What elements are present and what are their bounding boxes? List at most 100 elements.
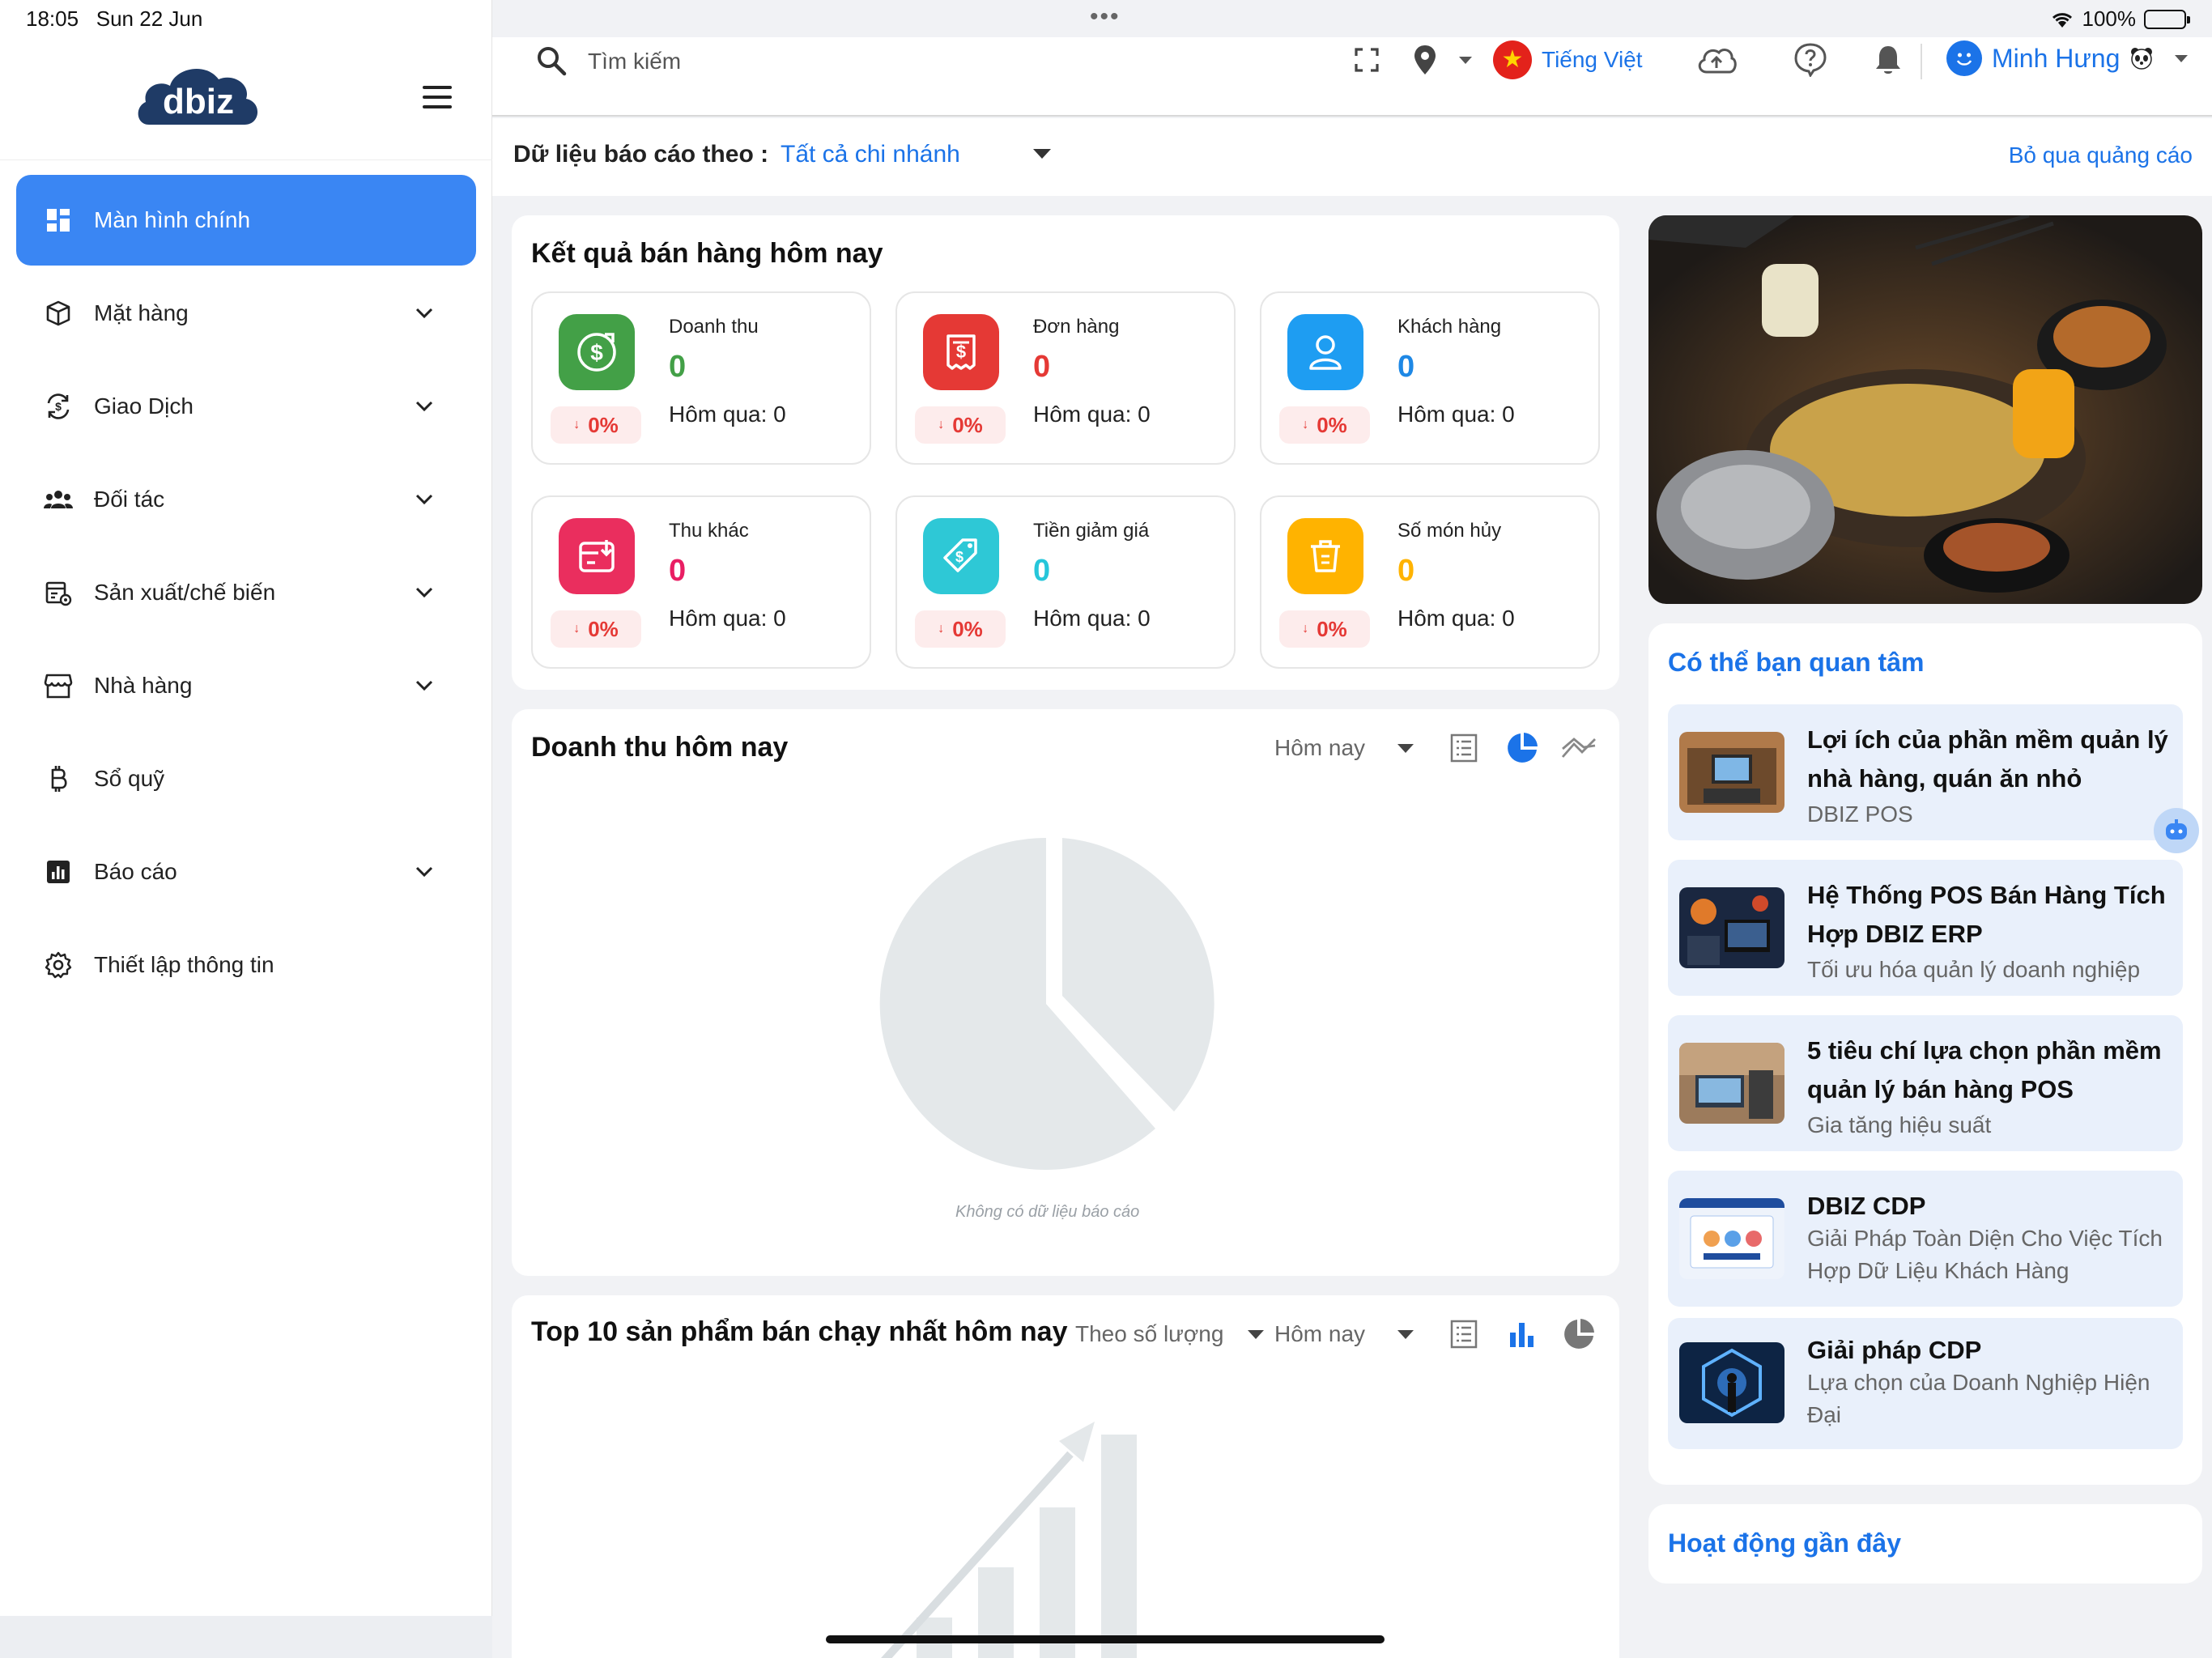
notification-bell-icon[interactable] <box>1869 40 1908 79</box>
stat-cancelled-items[interactable]: Số món hủy 0 Hôm qua: 0 ↓ 0% <box>1260 495 1600 669</box>
list-item[interactable]: DBIZ CDP Giải Pháp Toàn Diện Cho Việc Tí… <box>1668 1171 2183 1307</box>
multitask-dots[interactable]: ••• <box>1090 3 1121 31</box>
stat-orders[interactable]: $ Đơn hàng 0 Hôm qua: 0 ↓ 0% <box>895 291 1236 465</box>
list-item[interactable]: Lợi ích của phần mềm quản lý nhà hàng, q… <box>1668 704 2183 840</box>
arrow-down-icon: ↓ <box>1302 622 1309 636</box>
report-filter-bar: Dữ liệu báo cáo theo : Tất cả chi nhánh … <box>492 118 2212 196</box>
pie-chart-icon[interactable] <box>1504 730 1540 766</box>
home-indicator[interactable] <box>826 1635 1385 1643</box>
line-chart-icon[interactable] <box>1561 730 1597 766</box>
sidebar-item-products[interactable]: Mặt hàng <box>16 268 476 359</box>
pie-chart-icon[interactable] <box>1561 1316 1597 1352</box>
sidebar-item-label: Màn hình chính <box>94 207 251 232</box>
bitcoin-icon <box>42 763 74 795</box>
stat-yesterday: Hôm qua: 0 <box>1033 402 1151 427</box>
location-pin-icon[interactable] <box>1406 40 1444 79</box>
stat-yesterday: Hôm qua: 0 <box>1397 402 1515 427</box>
sidebar-item-reports[interactable]: Báo cáo <box>16 827 476 917</box>
stat-value: 0 <box>1397 554 1415 588</box>
table-view-icon[interactable] <box>1446 730 1482 766</box>
list-item[interactable]: 5 tiêu chí lựa chọn phần mềm quản lý bán… <box>1668 1015 2183 1151</box>
panel-title: Có thể bạn quan tâm <box>1668 648 1925 677</box>
transaction-icon: $ <box>42 390 74 423</box>
sidebar-item-label: Giao Dịch <box>94 393 194 419</box>
article-title: Giải pháp CDP <box>1807 1336 1982 1364</box>
dbiz-logo[interactable]: dbiz <box>134 62 262 130</box>
stat-yesterday: Hôm qua: 0 <box>1033 606 1151 631</box>
empty-bar-illustration <box>881 1422 1137 1658</box>
svg-text:$: $ <box>55 400 62 413</box>
period-label: Hôm nay <box>1274 1321 1366 1346</box>
article-subtitle: Giải Pháp Toàn Diện Cho Việc Tích Hợp Dữ… <box>1807 1226 2163 1283</box>
panel-title: Hoạt động gần đây <box>1668 1528 1901 1558</box>
sidebar-footer <box>0 1616 492 1658</box>
sidebar-item-settings[interactable]: Thiết lập thông tin <box>16 920 476 1010</box>
bar-chart-icon[interactable] <box>1504 1316 1540 1352</box>
sidebar-item-cashbook[interactable]: Sổ quỹ <box>16 733 476 824</box>
filter-label: Dữ liệu báo cáo theo : <box>513 141 769 168</box>
period-selector[interactable]: Hôm nay <box>1274 1321 1414 1347</box>
status-bar: 18:05 Sun 22 Jun ••• 100% <box>0 0 2212 37</box>
sales-today-card: Kết quả bán hàng hôm nay $ Doanh thu 0 H… <box>512 215 1619 690</box>
sidebar-item-label: Nhà hàng <box>94 673 193 698</box>
sort-selector[interactable]: Theo số lượng <box>1075 1321 1265 1347</box>
card-title: Top 10 sản phẩm bán chạy nhất hôm nay <box>531 1316 1068 1347</box>
order-icon: $ <box>923 314 999 390</box>
stat-change-badge: ↓ 0% <box>1279 610 1370 648</box>
article-thumbnail <box>1679 732 1784 813</box>
arrow-down-icon: ↓ <box>938 418 945 432</box>
store-icon <box>42 670 74 702</box>
promo-banner-image[interactable] <box>1648 215 2202 604</box>
menu-toggle-button[interactable] <box>419 83 455 112</box>
stat-revenue[interactable]: $ Doanh thu 0 Hôm qua: 0 ↓ 0% <box>531 291 871 465</box>
location-dropdown-caret[interactable] <box>1454 40 1477 79</box>
article-title: Hệ Thống POS Bán Hàng Tích Hợp DBIZ ERP <box>1807 881 2166 948</box>
stat-other-income[interactable]: Thu khác 0 Hôm qua: 0 ↓ 0% <box>531 495 871 669</box>
branch-selector[interactable]: Tất cả chi nhánh <box>781 141 960 168</box>
sidebar-item-transactions[interactable]: $ Giao Dịch <box>16 361 476 452</box>
avatar <box>1946 40 1982 76</box>
sidebar-item-dashboard[interactable]: Màn hình chính <box>16 175 476 266</box>
sort-label: Theo số lượng <box>1075 1321 1224 1346</box>
language-selector[interactable]: ★ Tiếng Việt <box>1493 40 1643 79</box>
user-menu[interactable]: Minh Hưng <box>1946 40 2189 76</box>
article-subtitle: Gia tăng hiệu suất <box>1807 1112 1992 1137</box>
status-time: 18:05 Sun 22 Jun <box>26 6 203 31</box>
list-item[interactable]: Hệ Thống POS Bán Hàng Tích Hợp DBIZ ERP … <box>1668 860 2183 996</box>
sidebar-item-partners[interactable]: Đối tác <box>16 454 476 545</box>
vietnam-flag-icon: ★ <box>1493 40 1532 79</box>
period-dropdown-caret <box>1397 743 1414 753</box>
sort-dropdown-caret <box>1248 1329 1265 1339</box>
search-icon[interactable] <box>534 44 568 78</box>
branch-dropdown-caret[interactable] <box>1033 149 1051 159</box>
fullscreen-icon[interactable] <box>1347 40 1386 79</box>
list-item[interactable]: Giải pháp CDP Lựa chọn của Doanh Nghiệp … <box>1668 1318 2183 1449</box>
battery-icon <box>2144 9 2190 29</box>
dashboard-icon <box>42 204 74 236</box>
stat-label: Tiền giảm giá <box>1033 520 1150 542</box>
period-selector[interactable]: Hôm nay <box>1274 735 1414 761</box>
arrow-down-icon: ↓ <box>573 418 581 432</box>
logo-area: dbiz <box>0 37 492 160</box>
skip-ads-link[interactable]: Bỏ qua quảng cáo <box>2009 142 2193 168</box>
cancel-icon <box>1287 518 1363 594</box>
cloud-upload-icon[interactable] <box>1694 40 1739 79</box>
arrow-down-icon: ↓ <box>938 622 945 636</box>
stat-discount[interactable]: $ Tiền giảm giá 0 Hôm qua: 0 ↓ 0% <box>895 495 1236 669</box>
search-input[interactable] <box>588 44 993 79</box>
suggested-articles-panel: Có thể bạn quan tâm Lợi ích của phần mềm… <box>1648 623 2202 1485</box>
table-view-icon[interactable] <box>1446 1316 1482 1352</box>
robot-icon <box>2166 819 2187 840</box>
svg-text:$: $ <box>590 340 603 365</box>
help-icon[interactable] <box>1791 40 1830 79</box>
sidebar-item-restaurant[interactable]: Nhà hàng <box>16 640 476 731</box>
stat-customers[interactable]: Khách hàng 0 Hôm qua: 0 ↓ 0% <box>1260 291 1600 465</box>
box-icon <box>42 297 74 329</box>
article-thumbnail <box>1679 1342 1784 1423</box>
stat-change-badge: ↓ 0% <box>915 610 1006 648</box>
panda-icon <box>2131 48 2153 70</box>
top-products-card: Top 10 sản phẩm bán chạy nhất hôm nay Th… <box>512 1295 1619 1658</box>
sidebar-item-production[interactable]: Sản xuất/chế biến <box>16 547 476 638</box>
svg-text:$: $ <box>955 549 963 565</box>
chatbot-button[interactable] <box>2154 808 2199 853</box>
